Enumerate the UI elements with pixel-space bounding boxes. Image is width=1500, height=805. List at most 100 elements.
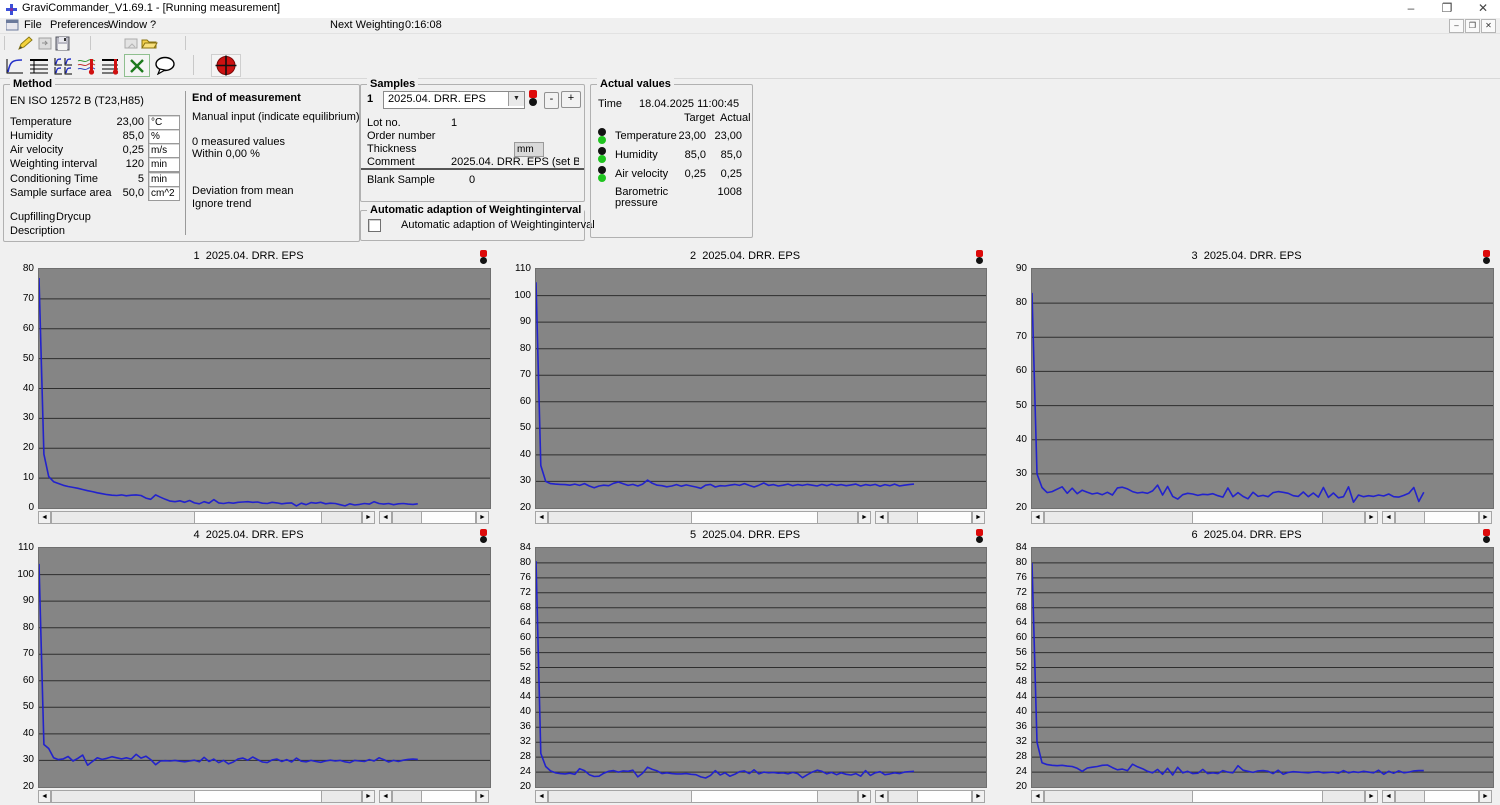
method-unit-field[interactable]: °C: [148, 115, 180, 130]
scroll-right-icon[interactable]: ►: [362, 790, 375, 803]
scroll-thumb[interactable]: [691, 511, 818, 524]
comment-bubble-icon[interactable]: [152, 54, 178, 77]
title-bar: GraviCommander_V1.69.1 - [Running measur…: [0, 0, 1500, 19]
chart-h-scrollbar[interactable]: ◄►: [379, 511, 489, 524]
scroll-thumb[interactable]: [1424, 790, 1479, 803]
chart-title: 3 2025.04. DRR. EPS: [993, 250, 1500, 262]
scroll-thumb[interactable]: [917, 790, 972, 803]
menu-preferences[interactable]: Preferences: [50, 19, 109, 31]
chart-plot-area: [1031, 268, 1494, 509]
excel-export-icon[interactable]: [124, 54, 150, 77]
curves-climate-icon[interactable]: [74, 54, 100, 77]
save-icon[interactable]: [55, 36, 70, 51]
scroll-left-icon[interactable]: ◄: [1382, 790, 1395, 803]
export-icon[interactable]: [38, 37, 52, 50]
y-axis-tick-label: 60: [993, 365, 1027, 376]
curve-view-icon[interactable]: [2, 54, 28, 77]
chart-h-scrollbar[interactable]: ◄►: [535, 790, 871, 803]
chart-h-scrollbar[interactable]: ◄►: [38, 511, 375, 524]
chart-plot-area: [535, 547, 987, 788]
minimize-button[interactable]: –: [1394, 0, 1428, 18]
multi-curve-view-icon[interactable]: [50, 54, 76, 77]
blank-sample-value: 0: [469, 174, 475, 186]
scroll-left-icon[interactable]: ◄: [875, 511, 888, 524]
auto-adaption-checkbox[interactable]: [368, 219, 381, 232]
scroll-left-icon[interactable]: ◄: [535, 511, 548, 524]
scroll-thumb[interactable]: [1424, 511, 1479, 524]
scroll-right-icon[interactable]: ►: [1365, 511, 1378, 524]
scroll-left-icon[interactable]: ◄: [38, 790, 51, 803]
chart-h-scrollbar[interactable]: ◄►: [38, 790, 375, 803]
y-axis-tick-label: 50: [993, 400, 1027, 411]
y-axis-tick-label: 40: [993, 434, 1027, 445]
y-axis-tick-label: 24: [993, 766, 1027, 777]
chart-h-scrollbar[interactable]: ◄►: [1382, 790, 1492, 803]
scroll-thumb[interactable]: [1192, 511, 1324, 524]
scroll-left-icon[interactable]: ◄: [1031, 511, 1044, 524]
mdi-restore-button[interactable]: ❐: [1465, 19, 1480, 33]
scroll-right-icon[interactable]: ►: [858, 790, 871, 803]
scroll-thumb[interactable]: [1192, 790, 1324, 803]
chevron-down-icon[interactable]: ▼: [508, 92, 524, 106]
scroll-right-icon[interactable]: ►: [1365, 790, 1378, 803]
restore-button[interactable]: ❐: [1430, 0, 1464, 18]
method-unit-field[interactable]: cm^2: [148, 186, 180, 201]
method-unit-field[interactable]: min: [148, 172, 180, 187]
chart-h-scrollbar[interactable]: ◄►: [1031, 790, 1378, 803]
chart-h-scrollbar[interactable]: ◄►: [379, 790, 489, 803]
scroll-right-icon[interactable]: ►: [1479, 790, 1492, 803]
chart-h-scrollbar[interactable]: ◄►: [875, 790, 985, 803]
scroll-right-icon[interactable]: ►: [476, 790, 489, 803]
menu-window[interactable]: Window: [108, 19, 147, 31]
mdi-close-button[interactable]: ✕: [1481, 19, 1496, 33]
sample-minus-button[interactable]: -: [544, 92, 559, 109]
order-number-label: Order number: [367, 130, 435, 142]
y-axis-tick-label: 100: [0, 569, 34, 580]
scroll-thumb[interactable]: [917, 511, 972, 524]
chart-plot-area: [1031, 547, 1494, 788]
y-axis-tick-label: 84: [497, 542, 531, 553]
comment-label: Comment: [367, 156, 415, 168]
chart-h-scrollbar[interactable]: ◄►: [875, 511, 985, 524]
stop-measurement-icon[interactable]: [211, 54, 241, 77]
menu-help[interactable]: ?: [150, 19, 156, 31]
menu-file[interactable]: File: [24, 19, 42, 31]
sample-select[interactable]: 2025.04. DRR. EPS ▼: [383, 91, 525, 109]
scroll-left-icon[interactable]: ◄: [379, 790, 392, 803]
sample-plus-button[interactable]: +: [561, 91, 581, 108]
open-folder-icon[interactable]: [141, 36, 158, 50]
chart-h-scrollbar[interactable]: ◄►: [1031, 511, 1378, 524]
scroll-thumb[interactable]: [421, 511, 476, 524]
scroll-right-icon[interactable]: ►: [1479, 511, 1492, 524]
scroll-right-icon[interactable]: ►: [858, 511, 871, 524]
blank-sample-label: Blank Sample: [367, 174, 435, 186]
scroll-left-icon[interactable]: ◄: [379, 511, 392, 524]
scroll-left-icon[interactable]: ◄: [38, 511, 51, 524]
edit-pencil-icon[interactable]: [17, 36, 33, 51]
scroll-right-icon[interactable]: ►: [972, 790, 985, 803]
scroll-thumb[interactable]: [194, 511, 322, 524]
y-axis-tick-label: 20: [993, 502, 1027, 513]
scroll-right-icon[interactable]: ►: [362, 511, 375, 524]
close-button[interactable]: ✕: [1466, 0, 1500, 18]
mdi-minimize-button[interactable]: –: [1449, 19, 1464, 33]
scroll-left-icon[interactable]: ◄: [535, 790, 548, 803]
method-unit-field[interactable]: min: [148, 157, 180, 172]
print-preview-icon[interactable]: [124, 37, 139, 50]
method-unit-field[interactable]: m/s: [148, 143, 180, 158]
table-climate-icon[interactable]: [98, 54, 124, 77]
scroll-left-icon[interactable]: ◄: [1031, 790, 1044, 803]
scroll-thumb[interactable]: [194, 790, 322, 803]
scroll-thumb[interactable]: [691, 790, 818, 803]
method-unit-field[interactable]: %: [148, 129, 180, 144]
scroll-right-icon[interactable]: ►: [476, 511, 489, 524]
chart-h-scrollbar[interactable]: ◄►: [535, 511, 871, 524]
y-axis-tick-label: 70: [0, 293, 34, 304]
table-view-icon[interactable]: [26, 54, 52, 77]
chart-h-scrollbar[interactable]: ◄►: [1382, 511, 1492, 524]
thickness-unit-field[interactable]: mm: [514, 142, 544, 157]
scroll-thumb[interactable]: [421, 790, 476, 803]
scroll-left-icon[interactable]: ◄: [875, 790, 888, 803]
scroll-right-icon[interactable]: ►: [972, 511, 985, 524]
scroll-left-icon[interactable]: ◄: [1382, 511, 1395, 524]
